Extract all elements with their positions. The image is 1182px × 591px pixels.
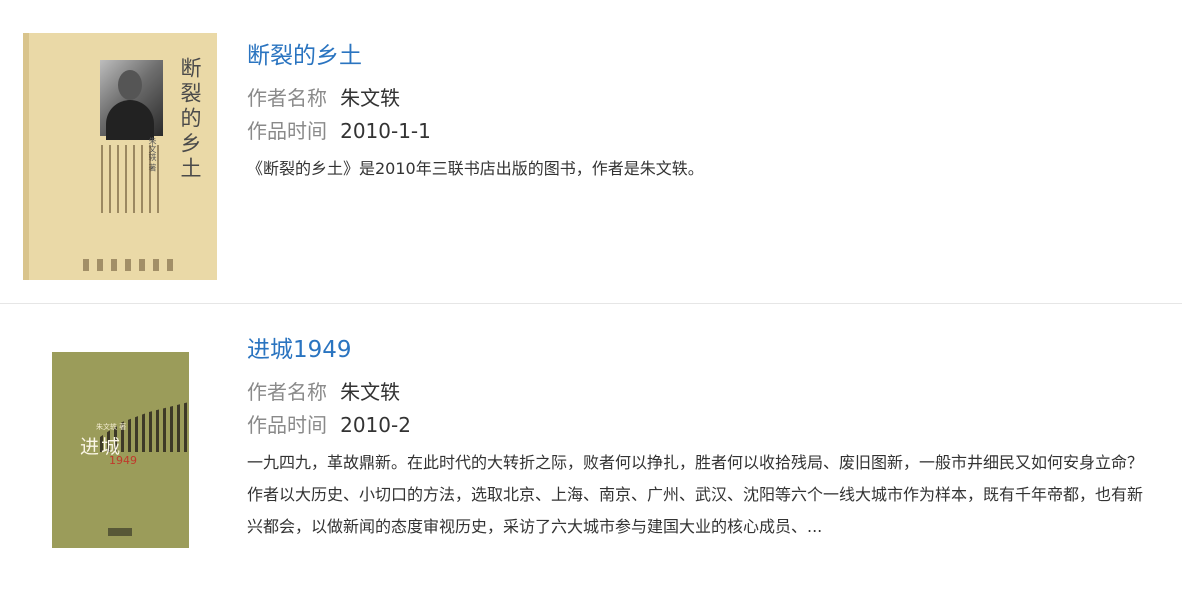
book-title-link[interactable]: 断裂的乡土 — [247, 36, 362, 70]
date-label: 作品时间 — [247, 119, 327, 143]
publish-date: 2010-2 — [340, 413, 411, 437]
book-title-link[interactable]: 进城1949 — [247, 330, 352, 364]
author-name: 朱文轶 — [340, 380, 401, 404]
date-row: 作品时间 2010-2 — [247, 409, 411, 438]
author-row: 作者名称 朱文轶 — [247, 376, 400, 405]
author-name: 朱文轶 — [340, 86, 401, 110]
book-description: 一九四九，革故鼎新。在此时代的大转折之际，败者何以挣扎，胜者何以收拾残局、废旧图… — [247, 453, 1144, 536]
author-label: 作者名称 — [247, 86, 327, 110]
cover-author: 朱文轶 著 — [96, 423, 127, 431]
publish-date: 2010-1-1 — [340, 119, 431, 143]
author-label: 作者名称 — [247, 380, 327, 404]
book-description: 《断裂的乡土》是2010年三联书店出版的图书，作者是朱文轶。 — [247, 159, 704, 178]
photo-head — [118, 70, 142, 100]
date-label: 作品时间 — [247, 413, 327, 437]
cover-year: 1949 — [109, 454, 137, 467]
cover-publisher-mark — [83, 259, 175, 271]
date-row: 作品时间 2010-1-1 — [247, 115, 431, 144]
cover-spine — [23, 33, 29, 280]
cover-publisher-logo — [108, 528, 132, 536]
author-photo — [100, 60, 163, 140]
book-list: 断裂的乡土 朱文轶 著 断裂的乡土 作者名称 朱文轶 作品时间 2010-1-1… — [0, 0, 1182, 548]
book-cover-image[interactable]: 断裂的乡土 朱文轶 著 — [23, 33, 217, 280]
cover-title: 断裂的乡土 — [178, 57, 202, 182]
author-row: 作者名称 朱文轶 — [247, 82, 400, 111]
cover-text-lines — [101, 145, 161, 213]
list-item: 断裂的乡土 朱文轶 著 断裂的乡土 作者名称 朱文轶 作品时间 2010-1-1… — [0, 0, 1182, 304]
book-cover-image[interactable]: 朱文轶 著 进城 1949 — [52, 352, 189, 548]
photo-body — [106, 100, 154, 140]
